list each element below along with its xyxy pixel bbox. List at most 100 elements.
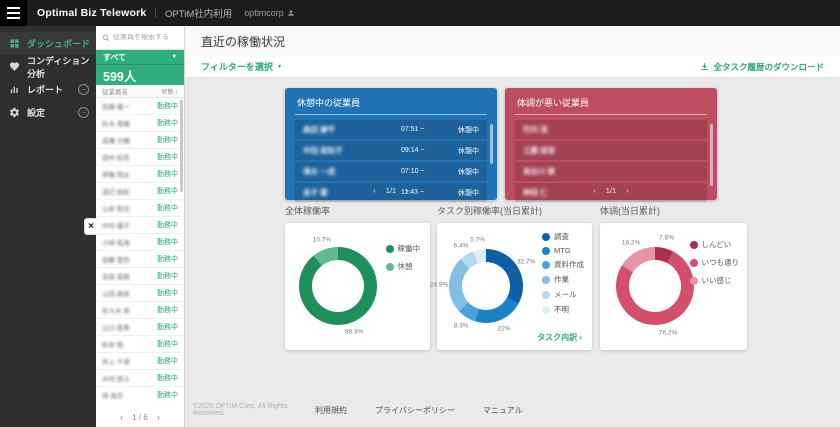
sidebar-item-dashboard[interactable]: ダッシュボード <box>0 32 96 55</box>
employee-status: 勤務中 <box>157 254 178 264</box>
unwell-row[interactable]: 長谷川 葵 <box>515 162 707 181</box>
expand-arrow-icon[interactable]: → <box>78 107 89 118</box>
footer-links: 利用規約 プライバシーポリシー マニュアル <box>315 405 523 416</box>
gear-icon <box>9 107 20 118</box>
legend-dot <box>690 259 698 267</box>
next-page-icon[interactable]: › <box>157 412 160 422</box>
employee-row[interactable]: 佐藤 健一 勤務中 <box>96 98 184 115</box>
unwell-row[interactable]: 工藤 栞奈 <box>515 141 707 160</box>
legend-label: 稼働中 <box>398 243 421 254</box>
employee-row[interactable]: 小林 拓海勤務中 <box>96 234 184 251</box>
employee-name: 長谷川 葵 <box>523 166 699 177</box>
topbar-divider: | <box>154 8 157 19</box>
task-breakdown-link[interactable]: タスク内訳 › <box>537 332 582 343</box>
filter-select-button[interactable]: フィルターを選択▼ <box>201 60 282 73</box>
collapse-panel-button[interactable]: × <box>84 218 97 235</box>
footer-link[interactable]: 利用規約 <box>315 405 347 416</box>
break-row[interactable]: 清水 一成07:10 ~休憩中 <box>295 162 487 181</box>
chart-card: 稼働中休憩 89.3%10.7% <box>285 223 430 350</box>
footer: ©2020 OPTiM Corp. All Rights Reserved. 利… <box>193 403 523 417</box>
employee-name: 木村 悠斗 <box>102 373 130 383</box>
group-filter-value: すべて <box>103 52 126 63</box>
download-task-history-button[interactable]: 全タスク履歴のダウンロード <box>700 61 824 73</box>
employee-row[interactable]: 林 美月勤務中 <box>96 387 184 400</box>
employee-name: 佐藤 健一 <box>102 101 130 111</box>
employee-row[interactable]: 渡辺 由紀勤務中 <box>96 183 184 200</box>
employee-row[interactable]: 木村 悠斗勤務中 <box>96 370 184 387</box>
employee-name: 渡辺 由紀 <box>102 186 130 196</box>
employee-status: 勤務中 <box>157 271 178 281</box>
card-pagination: ‹ 1/1 › <box>505 186 717 195</box>
prev-page-icon[interactable]: ‹ <box>593 186 596 195</box>
employee-row[interactable]: 山本 和也勤務中 <box>96 200 184 217</box>
legend-item: 資料作成 <box>542 259 584 270</box>
employee-row[interactable]: 佐々木 亮勤務中 <box>96 302 184 319</box>
employee-list-scrollbar[interactable] <box>180 100 183 192</box>
legend-item: しんどい <box>690 239 740 250</box>
next-page-icon[interactable]: › <box>406 186 409 195</box>
app-window: Optimal Biz Telework | OPTiM社内利用 optimco… <box>0 0 840 427</box>
employee-name: 田中 彩花 <box>102 152 130 162</box>
employee-row[interactable]: 高橋 大輔勤務中 <box>96 132 184 149</box>
sidebar-item-report[interactable]: レポート → <box>0 78 96 101</box>
next-page-icon[interactable]: › <box>626 186 629 195</box>
prev-page-icon[interactable]: ‹ <box>120 412 123 422</box>
employee-name: 山口 恵美 <box>102 322 130 332</box>
employee-row[interactable]: 松本 剛勤務中 <box>96 336 184 353</box>
page-indicator: 1/1 <box>606 186 616 195</box>
column-header-status-sort[interactable]: 状態 ↕ <box>161 87 178 96</box>
heart-icon <box>9 61 20 72</box>
slice-label: 8.3% <box>454 322 469 329</box>
footer-link[interactable]: プライバシーポリシー <box>375 405 455 416</box>
card-scrollbar[interactable] <box>710 124 713 186</box>
donut-chart-condition <box>616 247 694 325</box>
employee-status: 勤務中 <box>157 152 178 162</box>
employee-name: 高橋 大輔 <box>102 135 130 145</box>
card-scrollbar[interactable] <box>490 124 493 164</box>
employee-status: 休憩中 <box>447 146 479 156</box>
slice-label: 7.6% <box>659 235 674 242</box>
slice-label: 24.9% <box>430 281 448 288</box>
employee-row[interactable]: 山口 恵美勤務中 <box>96 319 184 336</box>
legend-label: MTG <box>554 246 571 255</box>
employee-row[interactable]: 伊藤 翔太勤務中 <box>96 166 184 183</box>
prev-page-icon[interactable]: ‹ <box>373 186 376 195</box>
search-input[interactable] <box>113 34 178 41</box>
employee-count: 599人 <box>96 65 184 85</box>
employee-name: 松本 剛 <box>102 339 123 349</box>
break-row[interactable]: 森田 康平07:51 ~休憩中 <box>295 120 487 139</box>
employee-name: 中田 美知子 <box>303 145 401 156</box>
sidebar: ダッシュボード コンディション分析 レポート → 設定 → <box>0 26 96 427</box>
sidebar-item-label: 設定 <box>27 106 45 119</box>
employee-status: 勤務中 <box>157 101 178 111</box>
employee-row[interactable]: 加藤 里奈 勤務中 <box>96 251 184 268</box>
sidebar-item-settings[interactable]: 設定 → <box>0 101 96 124</box>
chart-card: しんどいいつも通りいい感じ 7.6%76.2%16.2% <box>600 223 747 350</box>
employee-name: 加藤 里奈 <box>102 254 130 264</box>
employee-row[interactable]: 鈴木 美緒勤務中 <box>96 115 184 132</box>
legend-dot <box>386 245 394 253</box>
filter-bar: フィルターを選択▼ 全タスク履歴のダウンロード <box>185 56 840 78</box>
break-row[interactable]: 中田 美知子09:14 ~休憩中 <box>295 141 487 160</box>
employee-status: 休憩中 <box>447 167 479 177</box>
employee-name: 鈴木 美緒 <box>102 118 130 128</box>
hamburger-menu-icon[interactable] <box>0 0 27 26</box>
employee-row[interactable]: 山田 真央勤務中 <box>96 285 184 302</box>
employee-row[interactable]: 田中 彩花 勤務中 <box>96 149 184 166</box>
group-filter-dropdown[interactable]: すべて ▼ <box>96 50 184 65</box>
employee-row[interactable]: 中村 優子勤務中 <box>96 217 184 234</box>
unwell-row[interactable]: 竹内 涼 <box>515 120 707 139</box>
employee-status: 勤務中 <box>157 203 178 213</box>
sidebar-item-condition-analysis[interactable]: コンディション分析 <box>0 55 96 78</box>
legend-label: メール <box>554 289 577 300</box>
employee-name: 森田 康平 <box>303 124 401 135</box>
account-icon <box>287 9 295 17</box>
employee-status: 勤務中 <box>157 288 178 298</box>
page-indicator: 1/1 <box>386 186 396 195</box>
employee-row[interactable]: 井上 千尋勤務中 <box>96 353 184 370</box>
expand-arrow-icon[interactable]: → <box>78 84 89 95</box>
employee-row[interactable]: 吉田 直樹勤務中 <box>96 268 184 285</box>
employee-status: 勤務中 <box>157 390 178 400</box>
account-menu[interactable]: optimcorp <box>244 8 295 18</box>
footer-link[interactable]: マニュアル <box>483 405 523 416</box>
